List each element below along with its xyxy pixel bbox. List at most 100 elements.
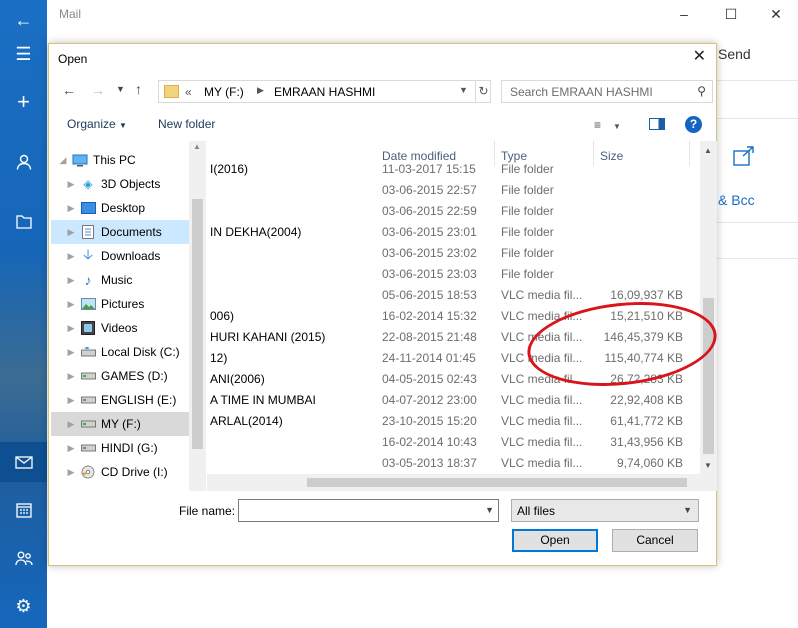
- chevron-right-icon[interactable]: ▶: [65, 395, 77, 406]
- tree-item-documents[interactable]: ▶ Documents: [51, 220, 202, 244]
- settings-gear-icon[interactable]: ⚙: [0, 586, 47, 626]
- chevron-right-icon[interactable]: ▶: [65, 203, 77, 214]
- pop-out-icon[interactable]: [733, 146, 755, 169]
- send-button[interactable]: Send: [718, 46, 751, 62]
- minimize-button[interactable]: –: [669, 3, 699, 25]
- help-icon[interactable]: ?: [685, 116, 702, 133]
- tree-item-hindi-g[interactable]: ▶ HINDI (G:): [51, 436, 202, 460]
- file-type-cell: File folder: [501, 267, 554, 281]
- chevron-right-icon[interactable]: ▶: [65, 275, 77, 286]
- tree-item-videos[interactable]: ▶ Videos: [51, 316, 202, 340]
- tree-item-pictures[interactable]: ▶ Pictures: [51, 292, 202, 316]
- file-row[interactable]: IN DEKHA(2004) 03-06-2015 23:01 File folde…: [207, 221, 700, 242]
- address-bar[interactable]: « MY (F:) ▶ EMRAAN HASHMI ▼ ↻: [158, 80, 491, 103]
- recent-locations-chevron-icon[interactable]: ▼: [116, 84, 125, 94]
- file-list-scrollbar[interactable]: ▲ ▼: [700, 141, 717, 474]
- file-row[interactable]: 03-06-2015 22:57 File folder: [207, 179, 700, 200]
- refresh-icon[interactable]: ↻: [475, 81, 491, 102]
- view-options-icon[interactable]: ≡ ▼: [594, 118, 621, 132]
- file-row[interactable]: I(2016) 11-03-2017 15:15 File folder: [207, 158, 700, 179]
- chevron-right-icon[interactable]: ▶: [65, 299, 77, 310]
- file-date-cell: 22-08-2015 21:48: [382, 330, 477, 344]
- navigation-pane: ◢ This PC ▶ ◈ 3D Objects ▶ Desktop ▶ Document…: [51, 141, 202, 491]
- file-row[interactable]: 03-06-2015 23:02 File folder: [207, 242, 700, 263]
- file-row[interactable]: 16-02-2014 10:43 VLC media fil... 31,43,95…: [207, 431, 700, 452]
- folders-icon[interactable]: [0, 202, 47, 242]
- tree-item-local-disk-c[interactable]: ▶ Local Disk (C:): [51, 340, 202, 364]
- file-type-cell: VLC media fil...: [501, 393, 583, 407]
- file-name-dropdown-icon[interactable]: ▼: [485, 505, 494, 515]
- cancel-button[interactable]: Cancel: [612, 529, 698, 552]
- file-name-label: File name:: [179, 504, 236, 518]
- dialog-close-icon[interactable]: ✕: [693, 46, 706, 66]
- up-arrow-icon[interactable]: ↑: [135, 81, 142, 97]
- file-date-cell: 03-06-2015 23:03: [382, 267, 477, 281]
- file-type-cell: VLC media fil...: [501, 288, 583, 302]
- tree-item-3d-objects[interactable]: ▶ ◈ 3D Objects: [51, 172, 202, 196]
- tree-item-games-d[interactable]: ▶ GAMES (D:): [51, 364, 202, 388]
- file-name-cell: I(2016): [210, 162, 249, 176]
- breadcrumb-item-folder[interactable]: EMRAAN HASHMI: [274, 85, 375, 99]
- divider: [716, 222, 798, 223]
- scrollbar-thumb[interactable]: [192, 199, 203, 449]
- scrollbar-thumb[interactable]: [307, 478, 687, 487]
- file-size-cell: 61,41,772 KB: [610, 414, 683, 428]
- calendar-icon[interactable]: [0, 490, 47, 530]
- file-date-cell: 16-02-2014 15:32: [382, 309, 477, 323]
- tree-item-cd-drive-i[interactable]: ▶ CD Drive (I:): [51, 460, 202, 484]
- close-window-button[interactable]: ✕: [761, 3, 791, 25]
- new-mail-plus-icon[interactable]: +: [0, 82, 47, 122]
- chevron-right-icon[interactable]: ▶: [65, 179, 77, 190]
- file-row[interactable]: A TIME IN MUMBAI 04-07-2012 23:00 VLC medi…: [207, 389, 700, 410]
- file-date-cell: 23-10-2015 15:20: [382, 414, 477, 428]
- file-name-input[interactable]: ▼: [238, 499, 499, 522]
- tree-item-downloads[interactable]: ▶ 🡣 Downloads: [51, 244, 202, 268]
- tree-item-english-e[interactable]: ▶ ENGLISH (E:): [51, 388, 202, 412]
- chevron-right-icon[interactable]: ▶: [65, 443, 77, 454]
- open-button[interactable]: Open: [512, 529, 598, 552]
- chevron-right-icon[interactable]: ▶: [65, 323, 77, 334]
- scroll-down-icon[interactable]: ▼: [704, 461, 712, 470]
- search-icon[interactable]: ⚲: [697, 84, 706, 98]
- scroll-up-icon[interactable]: ▲: [704, 146, 712, 155]
- chevron-down-icon[interactable]: ◢: [57, 155, 69, 166]
- tree-item-this-pc[interactable]: ◢ This PC: [51, 148, 202, 172]
- chevron-right-icon[interactable]: ▶: [65, 419, 77, 430]
- search-input[interactable]: Search EMRAAN HASHMI ⚲: [501, 80, 713, 103]
- chevron-right-icon[interactable]: ▶: [65, 251, 77, 262]
- file-date-cell: 04-05-2015 02:43: [382, 372, 477, 386]
- breadcrumb-item-drive[interactable]: MY (F:): [204, 85, 244, 99]
- file-type-cell: File folder: [501, 246, 554, 260]
- tree-item-desktop[interactable]: ▶ Desktop: [51, 196, 202, 220]
- maximize-button[interactable]: ☐: [716, 3, 746, 25]
- tree-item-music[interactable]: ▶ ♪ Music: [51, 268, 202, 292]
- back-icon[interactable]: ←: [62, 82, 76, 98]
- hamburger-menu-icon[interactable]: ☰: [0, 34, 47, 74]
- forward-icon[interactable]: →: [91, 82, 105, 98]
- people-icon[interactable]: [0, 538, 47, 578]
- scroll-up-icon[interactable]: ▲: [193, 142, 201, 151]
- videos-icon: [80, 321, 96, 335]
- chevron-right-icon[interactable]: ▶: [65, 227, 77, 238]
- navigation-pane-scrollbar[interactable]: ▲: [189, 141, 206, 491]
- address-dropdown-icon[interactable]: ▼: [459, 85, 468, 95]
- horizontal-scrollbar[interactable]: [207, 474, 717, 491]
- tree-item-my-f[interactable]: ▶ MY (F:): [51, 412, 202, 436]
- accounts-person-icon[interactable]: [0, 142, 47, 182]
- file-row[interactable]: 03-06-2015 22:59 File folder: [207, 200, 700, 221]
- mail-icon[interactable]: [0, 442, 47, 482]
- file-type-cell: File folder: [501, 204, 554, 218]
- file-row[interactable]: 03-06-2015 23:03 File folder: [207, 263, 700, 284]
- file-row[interactable]: ARLAL(2014) 23-10-2015 15:20 VLC media fil…: [207, 410, 700, 431]
- file-row[interactable]: 03-05-2013 18:37 VLC media fil... 9,74,060…: [207, 452, 700, 473]
- chevron-right-icon[interactable]: ▶: [65, 467, 77, 478]
- chevron-right-icon[interactable]: ▶: [65, 371, 77, 382]
- chevron-right-icon[interactable]: ▶: [65, 347, 77, 358]
- new-folder-button[interactable]: New folder: [158, 117, 215, 131]
- file-name-cell: A TIME IN MUMBAI: [210, 393, 316, 407]
- cc-bcc-link[interactable]: & Bcc: [718, 192, 755, 208]
- drive-icon: [80, 345, 96, 359]
- file-type-select[interactable]: All files ▼: [511, 499, 699, 522]
- preview-pane-icon[interactable]: [649, 118, 665, 130]
- organize-menu[interactable]: Organize ▼: [67, 117, 127, 131]
